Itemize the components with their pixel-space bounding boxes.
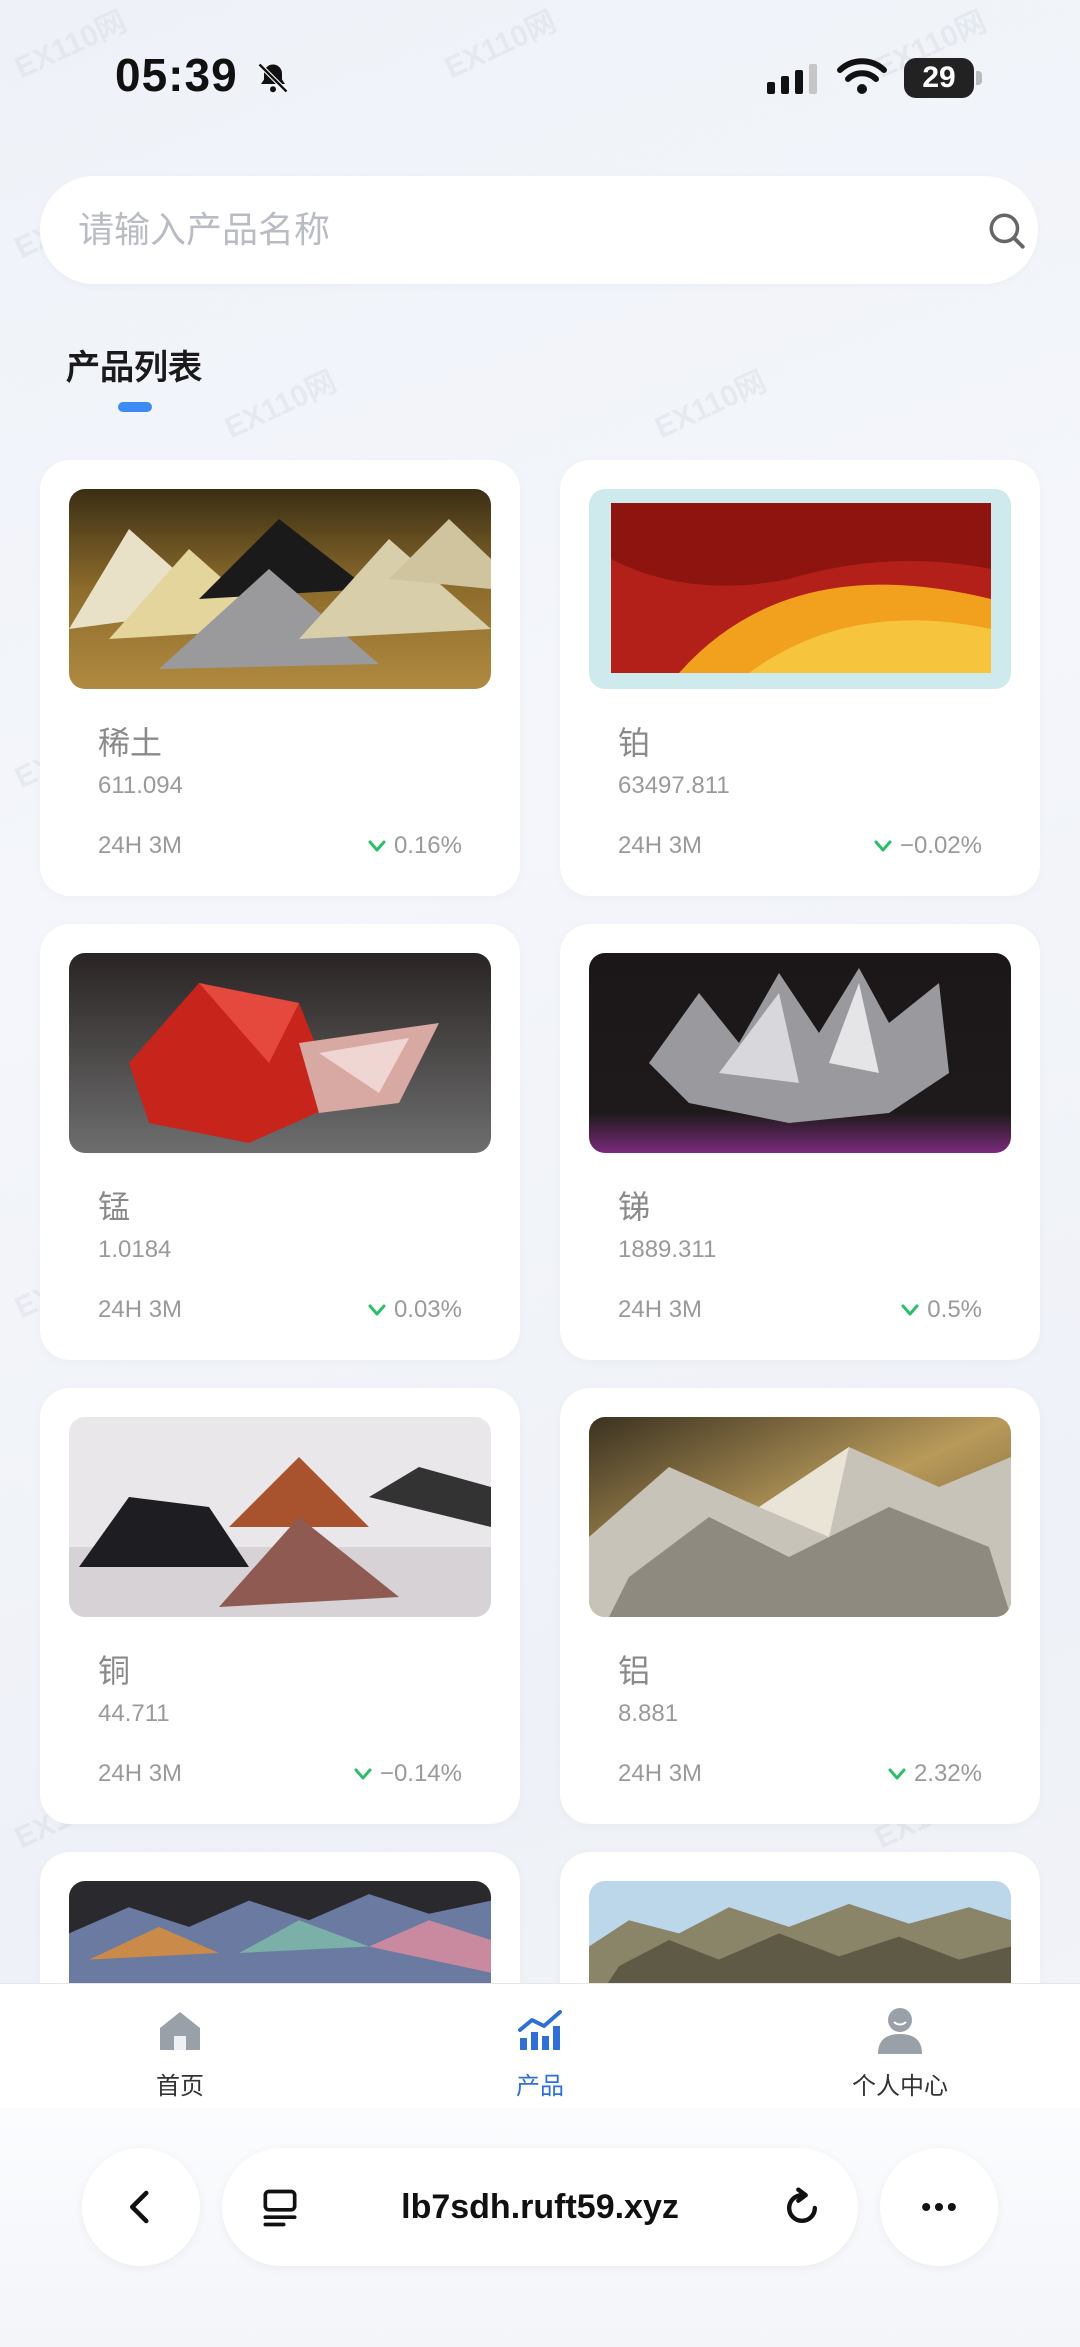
more-button[interactable]	[880, 2148, 998, 2266]
product-name: 铜	[98, 1652, 131, 1690]
chevron-down-icon	[888, 1768, 906, 1780]
url-text: lb7sdh.ruft59.xyz	[401, 2188, 679, 2226]
product-price: 63497.811	[618, 772, 730, 799]
change-value: −0.02%	[899, 832, 982, 859]
product-card[interactable]: 锰 1.0184 24H 3M 0.03%	[40, 924, 520, 1360]
change-value: 0.03%	[393, 1296, 462, 1323]
product-period: 24H 3M	[618, 1760, 703, 1787]
nav-products-label: 产品	[516, 2072, 564, 2100]
product-card[interactable]: 铜 44.711 24H 3M −0.14%	[40, 1388, 520, 1824]
search-input[interactable]	[78, 176, 938, 284]
product-card[interactable]: 铝 8.881 24H 3M 2.32%	[560, 1388, 1040, 1824]
product-image	[589, 489, 1011, 689]
product-name: 锰	[98, 1188, 131, 1226]
product-name: 铝	[618, 1652, 651, 1690]
back-icon	[129, 2190, 149, 2224]
product-change: 0.03%	[368, 1296, 462, 1324]
nav-home-label: 首页	[156, 2072, 204, 2100]
wifi-icon	[837, 58, 887, 94]
product-price: 44.711	[98, 1700, 170, 1727]
product-image	[69, 953, 491, 1153]
product-change: −0.02%	[874, 832, 982, 860]
back-button[interactable]	[82, 2148, 200, 2266]
product-price: 8.881	[618, 1700, 679, 1727]
chevron-down-icon	[368, 840, 386, 852]
product-period: 24H 3M	[98, 832, 183, 859]
chevron-down-icon	[874, 840, 892, 852]
reload-icon[interactable]	[780, 2186, 824, 2230]
section-title: 产品列表	[66, 348, 202, 388]
product-price: 1889.311	[618, 1236, 717, 1263]
chevron-down-icon	[901, 1304, 919, 1316]
product-price: 611.094	[98, 772, 183, 799]
product-change: −0.14%	[354, 1760, 462, 1788]
battery-level: 29	[922, 61, 956, 94]
battery-indicator: 29	[904, 58, 982, 98]
product-period: 24H 3M	[618, 1296, 703, 1323]
address-bar[interactable]: lb7sdh.ruft59.xyz	[222, 2148, 858, 2266]
product-price: 1.0184	[98, 1236, 172, 1263]
nav-products[interactable]: 产品	[440, 2004, 640, 2101]
bottom-nav: 首页 产品 个人中心	[0, 1983, 1080, 2108]
change-value: 0.5%	[927, 1296, 982, 1323]
product-change: 0.16%	[368, 832, 462, 860]
change-value: −0.14%	[379, 1760, 462, 1787]
browser-toolbar: lb7sdh.ruft59.xyz	[0, 2108, 1080, 2347]
product-image	[69, 489, 491, 689]
search-bar	[40, 176, 1038, 284]
product-image	[589, 1417, 1011, 1617]
home-icon	[160, 2012, 200, 2050]
person-icon	[878, 2008, 922, 2054]
product-period: 24H 3M	[98, 1296, 183, 1323]
chevron-down-icon	[354, 1768, 372, 1780]
product-name: 锑	[618, 1188, 651, 1226]
search-icon[interactable]	[986, 210, 1028, 252]
more-icon	[922, 2202, 956, 2212]
section-underline	[118, 402, 152, 412]
product-name: 稀土	[98, 724, 163, 762]
product-period: 24H 3M	[618, 832, 703, 859]
product-card[interactable]: 稀土 611.094 24H 3M 0.16%	[40, 460, 520, 896]
product-change: 0.5%	[901, 1296, 982, 1324]
nav-home[interactable]: 首页	[80, 2004, 280, 2101]
product-card[interactable]: 铂 63497.811 24H 3M −0.02%	[560, 460, 1040, 896]
change-value: 0.16%	[393, 832, 462, 859]
nav-profile-label: 个人中心	[852, 2072, 948, 2100]
change-value: 2.32%	[913, 1760, 982, 1787]
product-card[interactable]: 锑 1889.311 24H 3M 0.5%	[560, 924, 1040, 1360]
product-change: 2.32%	[888, 1760, 982, 1788]
chart-icon	[518, 2010, 562, 2050]
product-period: 24H 3M	[98, 1760, 183, 1787]
status-time: 05:39	[115, 49, 238, 101]
cellular-signal-icon	[767, 64, 817, 94]
status-bar: 05:39 29	[0, 0, 1080, 150]
bell-muted-icon	[257, 62, 289, 94]
product-image	[69, 1417, 491, 1617]
product-image	[589, 953, 1011, 1153]
product-name: 铂	[618, 724, 651, 762]
chevron-down-icon	[368, 1304, 386, 1316]
nav-profile[interactable]: 个人中心	[800, 2004, 1000, 2101]
